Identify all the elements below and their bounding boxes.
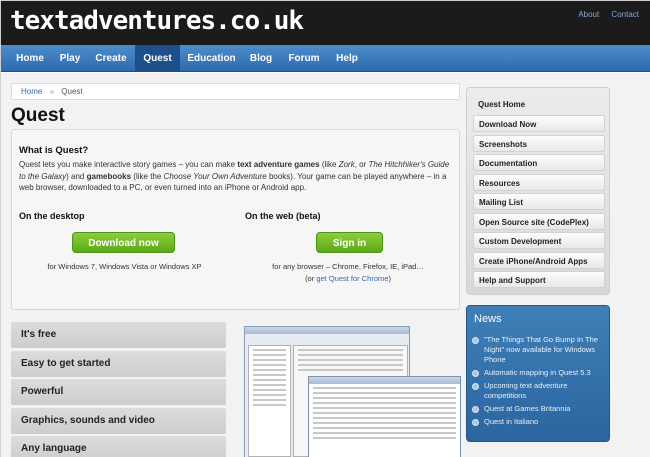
breadcrumb-current: Quest [61,87,83,96]
game-preview-window [308,376,461,457]
site-header: textadventures.co.uk About Contact [1,1,650,45]
main-content: Home » Quest Quest What is Quest? Quest … [1,73,650,457]
page-title: Quest [11,105,65,126]
what-is-quest-description: Quest lets you make interactive story ga… [19,160,450,192]
web-heading: On the web (beta) [245,211,321,221]
sidebar-item-resources[interactable]: Resources [473,174,605,191]
feature-easy[interactable]: Easy to get started [11,350,226,377]
breadcrumb-home-link[interactable]: Home [21,87,42,96]
feature-list: It's free Easy to get started Powerful G… [11,322,226,457]
nav-home[interactable]: Home [8,45,52,72]
breadcrumb-separator: » [49,87,55,96]
bullet-icon [472,406,479,413]
sign-in-button[interactable]: Sign in [316,232,383,253]
news-panel: News "The Things That Go Bump In The Nig… [466,305,610,442]
bullet-icon [472,337,479,344]
main-nav: Home Play Create Quest Education Blog Fo… [1,45,650,72]
desktop-heading: On the desktop [19,211,85,221]
nav-education[interactable]: Education [181,45,242,72]
editor-tree-pane [248,345,291,457]
what-is-quest-heading: What is Quest? [19,145,89,156]
quest-editor-screenshot[interactable] [244,326,461,457]
bullet-icon [472,383,479,390]
nav-play[interactable]: Play [52,45,88,72]
sidebar-item-documentation[interactable]: Documentation [473,154,605,171]
quest-for-chrome-link[interactable]: get Quest for Chrome [316,274,388,283]
about-link[interactable]: About [578,10,599,19]
news-item[interactable]: Automatic mapping in Quest 5.3 [472,368,606,378]
web-note-chrome: (or get Quest for Chrome) [305,274,391,283]
nav-create[interactable]: Create [88,45,134,72]
top-links: About Contact [568,10,639,19]
browser-page: textadventures.co.uk About Contact Home … [0,0,650,457]
nav-help[interactable]: Help [328,45,366,72]
site-logo[interactable]: textadventures.co.uk [10,5,304,37]
sidebar-item-mobile-apps[interactable]: Create iPhone/Android Apps [473,252,605,269]
breadcrumb: Home » Quest [11,83,460,100]
bullet-icon [472,370,479,377]
download-now-button[interactable]: Download now [72,232,175,253]
news-item[interactable]: Quest in Italiano [472,417,606,427]
quest-sidebar-menu: Quest Home Download Now Screenshots Docu… [466,87,610,295]
nav-quest[interactable]: Quest [135,45,180,72]
nav-forum[interactable]: Forum [281,45,327,72]
sidebar-item-download[interactable]: Download Now [473,115,605,132]
sidebar-item-screenshots[interactable]: Screenshots [473,135,605,152]
sidebar-item-help[interactable]: Help and Support [473,271,605,288]
sidebar-item-open-source[interactable]: Open Source site (CodePlex) [473,213,605,230]
news-heading: News [474,313,502,325]
bullet-icon [472,419,479,426]
feature-media[interactable]: Graphics, sounds and video [11,407,226,434]
feature-language[interactable]: Any language [11,436,226,457]
news-item[interactable]: Quest at Games Britannia [472,404,606,414]
contact-link[interactable]: Contact [611,10,639,19]
news-item[interactable]: "The Things That Go Bump In The Night" n… [472,335,606,365]
news-item[interactable]: Upcoming text adventure competitions [472,381,606,401]
feature-powerful[interactable]: Powerful [11,379,226,405]
sidebar-item-mailing-list[interactable]: Mailing List [473,193,605,210]
sidebar-item-custom-development[interactable]: Custom Development [473,232,605,249]
sidebar-item-quest-home[interactable]: Quest Home [473,96,605,113]
news-list: "The Things That Go Bump In The Night" n… [472,335,606,430]
feature-free[interactable]: It's free [11,322,226,348]
nav-blog[interactable]: Blog [243,45,279,72]
web-note: for any browser – Chrome, Firefox, IE, i… [272,262,424,271]
what-is-quest-box: What is Quest? Quest lets you make inter… [11,129,460,310]
desktop-note: for Windows 7, Windows Vista or Windows … [47,262,202,271]
